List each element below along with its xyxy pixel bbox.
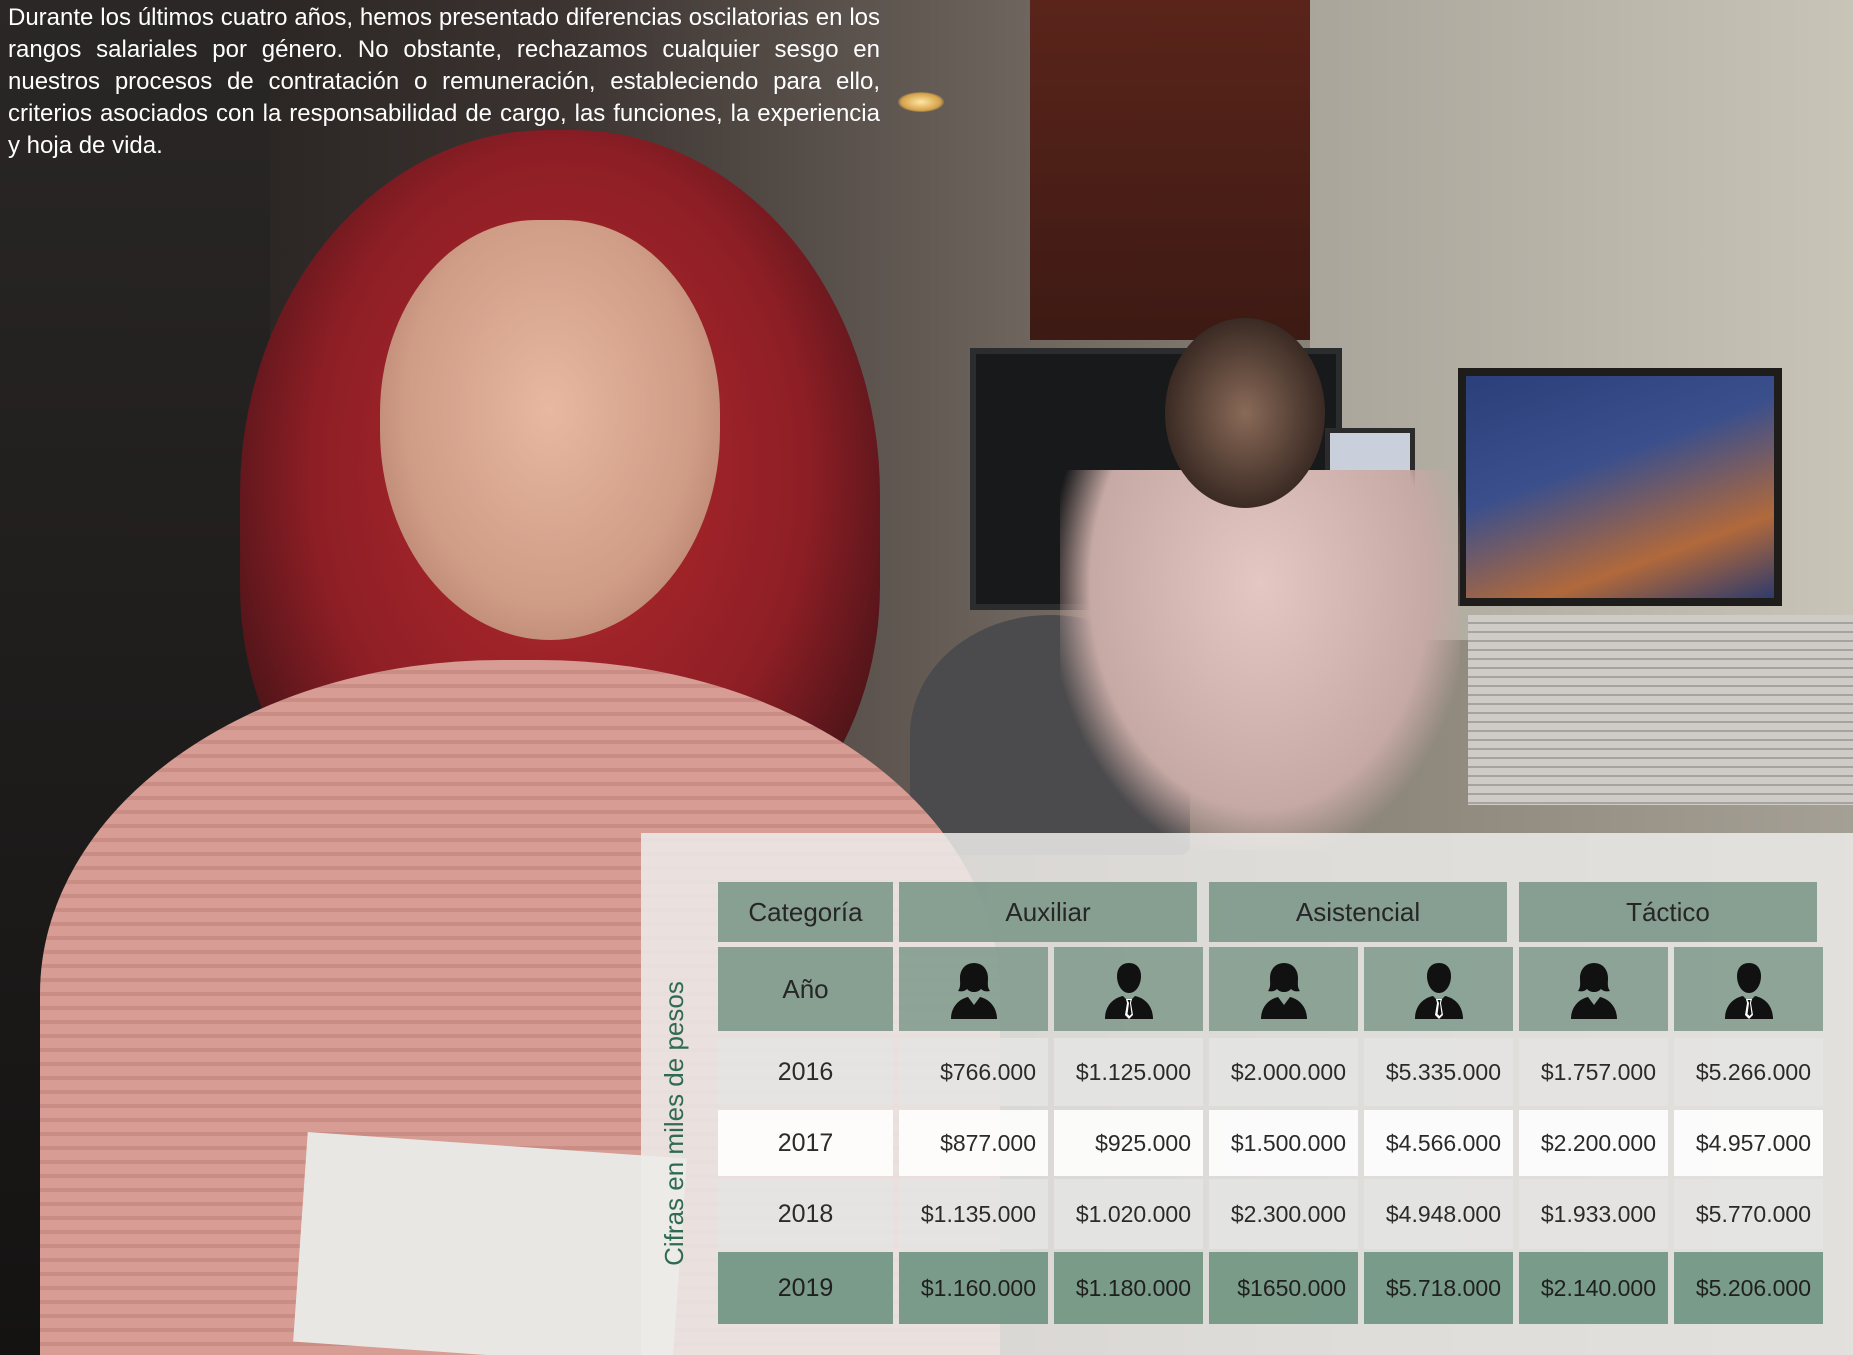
- salary-cell: $1.160.000: [899, 1252, 1048, 1324]
- man-icon: [1724, 963, 1773, 1019]
- background-door: [1030, 0, 1310, 340]
- salary-cell: $1.135.000: [899, 1179, 1048, 1249]
- salary-cell: $5.266.000: [1674, 1038, 1823, 1106]
- gender-column-header: [1054, 947, 1203, 1031]
- year-cell: 2016: [718, 1038, 893, 1106]
- salary-cell: $1.125.000: [1054, 1038, 1203, 1106]
- salary-cell: $1.757.000: [1519, 1038, 1668, 1106]
- year-cell: 2017: [718, 1110, 893, 1176]
- salary-cell: $1.500.000: [1209, 1110, 1358, 1176]
- salary-cell: $2.200.000: [1519, 1110, 1668, 1176]
- salary-cell: $2.000.000: [1209, 1038, 1358, 1106]
- units-note: Cifras en miles de pesos: [655, 968, 693, 1278]
- held-paper: [293, 1132, 687, 1355]
- salary-cell: $1650.000: [1209, 1252, 1358, 1324]
- group-header-táctico: Táctico: [1519, 882, 1817, 942]
- gender-column-header: [1364, 947, 1513, 1031]
- year-cell: 2019: [718, 1252, 893, 1324]
- man-head: [1165, 318, 1325, 508]
- salary-cell: $1.020.000: [1054, 1179, 1203, 1249]
- salary-cell: $766.000: [899, 1038, 1048, 1106]
- gender-column-header: [1519, 947, 1668, 1031]
- units-note-text: Cifras en miles de pesos: [658, 980, 689, 1266]
- salary-cell: $5.718.000: [1364, 1252, 1513, 1324]
- salary-cell: $4.948.000: [1364, 1179, 1513, 1249]
- gender-column-header: [899, 947, 1048, 1031]
- salary-cell: $2.300.000: [1209, 1179, 1358, 1249]
- woman-icon: [1570, 963, 1617, 1019]
- woman-icon: [950, 963, 997, 1019]
- salary-cell: $1.933.000: [1519, 1179, 1668, 1249]
- category-header: Categoría: [718, 882, 893, 942]
- salary-cell: $925.000: [1054, 1110, 1203, 1176]
- salary-cell: $1.180.000: [1054, 1252, 1203, 1324]
- man-at-desk: [1060, 470, 1460, 850]
- salary-cell: $4.957.000: [1674, 1110, 1823, 1176]
- woman-face: [380, 220, 720, 640]
- salary-cell: $4.566.000: [1364, 1110, 1513, 1176]
- salary-cell: $877.000: [899, 1110, 1048, 1176]
- woman-icon: [1260, 963, 1307, 1019]
- man-icon: [1104, 963, 1153, 1019]
- group-header-auxiliar: Auxiliar: [899, 882, 1197, 942]
- paper-stack: [1468, 615, 1853, 805]
- gender-column-header: [1209, 947, 1358, 1031]
- year-cell: 2018: [718, 1179, 893, 1249]
- man-icon: [1414, 963, 1463, 1019]
- background-monitor-desktop: [1458, 368, 1782, 606]
- ceiling-lamp: [898, 92, 944, 112]
- year-header: Año: [718, 947, 893, 1031]
- intro-paragraph: Durante los últimos cuatro años, hemos p…: [8, 4, 880, 159]
- salary-cell: $5.335.000: [1364, 1038, 1513, 1106]
- group-header-asistencial: Asistencial: [1209, 882, 1507, 942]
- salary-cell: $5.770.000: [1674, 1179, 1823, 1249]
- salary-cell: $5.206.000: [1674, 1252, 1823, 1324]
- salary-cell: $2.140.000: [1519, 1252, 1668, 1324]
- gender-column-header: [1674, 947, 1823, 1031]
